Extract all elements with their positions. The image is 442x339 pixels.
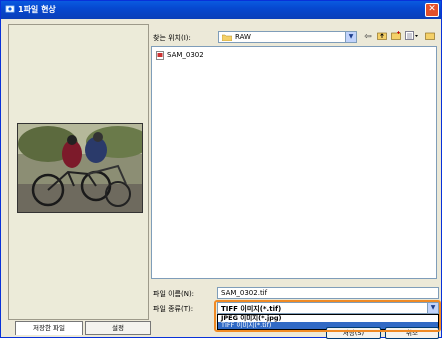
title-bar: 1파일 현상 ✕ [1, 1, 441, 19]
app-icon [5, 4, 15, 14]
filename-label: 파일 이름(N): [153, 290, 195, 298]
view-menu-icon[interactable] [404, 31, 420, 43]
new-folder-icon[interactable] [390, 31, 402, 43]
window-title: 1파일 현상 [18, 5, 56, 14]
filename-field[interactable]: SAM_0302.tif [217, 287, 439, 299]
tab-saved-file[interactable]: 저장한 파일 [15, 321, 83, 335]
up-folder-icon[interactable] [376, 31, 388, 43]
close-icon[interactable]: ✕ [425, 3, 439, 17]
back-icon[interactable]: ⇦ [362, 31, 374, 43]
filetype-selected: TIFF 이미지(*.tif) [221, 305, 282, 313]
lookin-dropdown[interactable]: RAW ▼ [218, 31, 357, 43]
tab-settings[interactable]: 설정 [85, 321, 151, 335]
file-icon [156, 51, 164, 60]
filetype-label: 파일 종류(T): [153, 305, 194, 313]
lookin-value: RAW [235, 33, 251, 41]
save-button[interactable]: 저장(S) [326, 327, 381, 339]
folder-tools-icon[interactable] [424, 31, 436, 43]
file-list[interactable]: SAM_0302 [151, 46, 437, 279]
lookin-label: 찾는 위치(I): [153, 34, 191, 42]
cancel-button[interactable]: 취소 [385, 327, 439, 339]
file-save-dialog: 1파일 현상 ✕ 저장한 파일 설정 찾는 위치(I): RAW ▼ ⇦ SAM… [0, 0, 442, 339]
preview-panel [8, 24, 149, 320]
folder-icon [221, 34, 233, 42]
chevron-down-icon[interactable]: ▼ [427, 303, 438, 313]
filetype-dropdown[interactable]: TIFF 이미지(*.tif) ▼ [217, 302, 439, 314]
file-name: SAM_0302 [167, 51, 204, 59]
image-preview [17, 123, 143, 213]
chevron-down-icon[interactable]: ▼ [345, 32, 356, 42]
